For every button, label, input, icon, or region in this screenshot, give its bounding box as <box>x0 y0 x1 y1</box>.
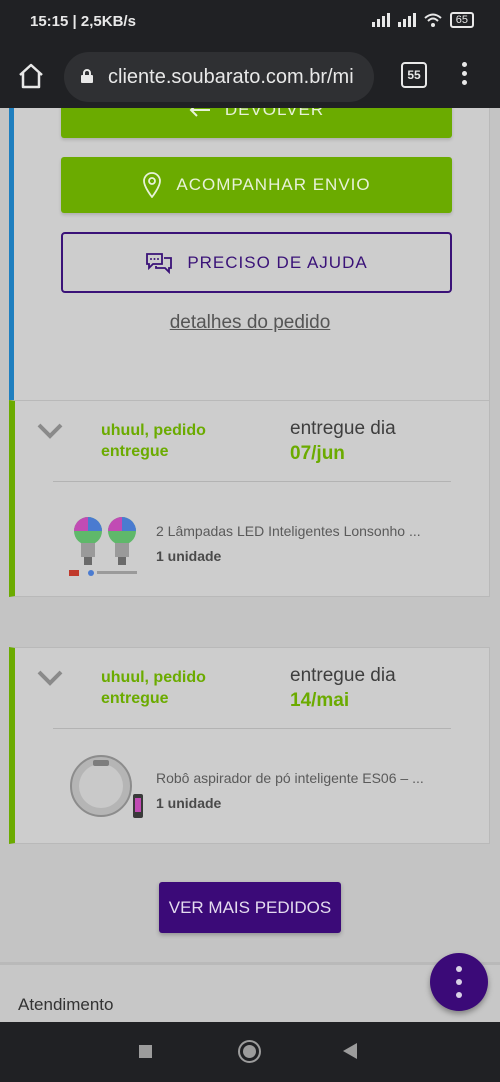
product-thumbnail[interactable] <box>59 748 149 830</box>
product-quantity: 1 unidade <box>156 548 222 564</box>
divider <box>53 728 451 729</box>
delivered-label: entregue dia <box>290 665 396 686</box>
back-icon[interactable] <box>343 1043 357 1059</box>
home-circle-icon[interactable] <box>238 1040 261 1063</box>
order-status: uhuul, pedido entregue <box>101 422 206 460</box>
help-label: PRECISO DE AJUDA <box>187 252 368 272</box>
address-bar[interactable]: cliente.soubarato.com.br/mi <box>64 52 374 102</box>
chevron-down-icon[interactable] <box>37 423 63 439</box>
return-button[interactable]: DEVOLVER <box>61 108 452 138</box>
recents-icon[interactable] <box>139 1045 152 1058</box>
product-thumbnail[interactable] <box>59 501 149 583</box>
footer: Atendimento <box>0 962 500 1022</box>
order-card: uhuul, pedido entregue entregue dia 07/j… <box>9 400 490 597</box>
signal-icon-2 <box>397 13 416 27</box>
status-time: 15:15 | 2,5KB/s <box>30 13 136 30</box>
track-shipment-button[interactable]: ACOMPANHAR ENVIO <box>61 157 452 213</box>
browser-menu-icon[interactable] <box>455 62 473 92</box>
order-card: uhuul, pedido entregue entregue dia 14/m… <box>9 647 490 844</box>
home-icon[interactable] <box>16 61 46 91</box>
support-link[interactable]: Atendimento <box>18 995 113 1015</box>
product-name[interactable]: 2 Lâmpadas LED Inteligentes Lonsonho ... <box>156 523 421 539</box>
system-nav-bar <box>0 1022 500 1082</box>
delivered-date: 07/jun <box>290 443 345 464</box>
page-content: DEVOLVER ACOMPANHAR ENVIO PRECISO DE AJU… <box>0 108 500 1022</box>
product-name[interactable]: Robô aspirador de pó inteligente ES06 – … <box>156 770 424 786</box>
delivered-label: entregue dia <box>290 418 396 439</box>
chevron-down-icon[interactable] <box>37 670 63 686</box>
tab-switcher-button[interactable]: 55 <box>401 62 427 88</box>
return-arrow-icon <box>189 108 210 117</box>
browser-toolbar: cliente.soubarato.com.br/mi 55 <box>0 46 500 108</box>
help-button[interactable]: PRECISO DE AJUDA <box>61 232 452 293</box>
order-status: uhuul, pedido entregue <box>101 669 206 707</box>
more-orders-button[interactable]: VER MAIS PEDIDOS <box>159 882 341 933</box>
delivered-date: 14/mai <box>290 690 350 711</box>
url-text: cliente.soubarato.com.br/mi <box>108 66 354 88</box>
status-icons: 65 <box>371 12 474 28</box>
order-details-link[interactable]: detalhes do pedido <box>0 312 500 334</box>
product-quantity: 1 unidade <box>156 795 222 811</box>
status-bar: 15:15 | 2,5KB/s 65 <box>0 0 500 46</box>
return-label: DEVOLVER <box>224 108 325 119</box>
more-options-fab[interactable] <box>430 953 488 1011</box>
divider <box>53 481 451 482</box>
chat-bubbles-icon <box>146 252 173 274</box>
location-pin-icon <box>143 172 162 198</box>
battery-icon: 65 <box>449 12 474 28</box>
lock-icon <box>81 69 93 83</box>
signal-icon <box>371 13 390 27</box>
track-label: ACOMPANHAR ENVIO <box>176 175 371 194</box>
wifi-icon <box>424 13 442 27</box>
